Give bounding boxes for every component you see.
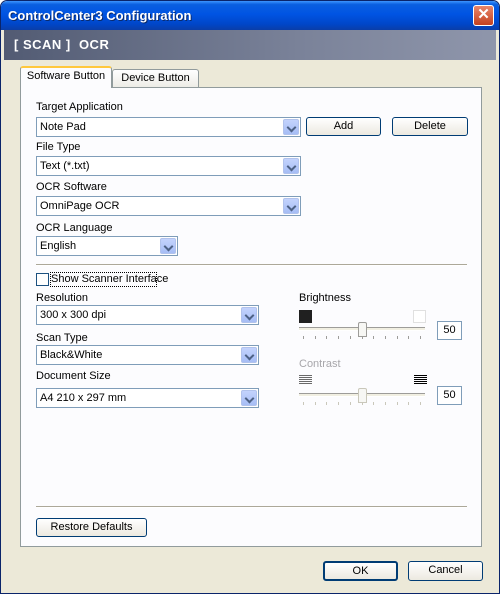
dialog-window: ControlCenter3 Configuration ✕ [ SCAN ] … xyxy=(0,0,500,594)
contrast-slider-thumb[interactable] xyxy=(358,388,367,403)
brightness-slider-thumb[interactable] xyxy=(358,322,367,337)
file-type-select[interactable]: Text (*.txt) xyxy=(36,156,301,176)
contrast-label: Contrast xyxy=(299,358,341,370)
document-size-select[interactable]: A4 210 x 297 mm xyxy=(36,388,259,408)
window-title: ControlCenter3 Configuration xyxy=(8,8,192,23)
slider-tick xyxy=(397,402,398,405)
chevron-down-icon[interactable] xyxy=(241,307,257,323)
slider-tick xyxy=(338,402,339,405)
scan-type-value: Black&White xyxy=(40,349,103,361)
resolution-value: 300 x 300 dpi xyxy=(40,309,107,321)
brightness-slider-ticks xyxy=(299,336,425,340)
slider-tick xyxy=(373,336,374,339)
slider-tick xyxy=(338,336,339,339)
contrast-value-box[interactable]: 50 xyxy=(437,386,462,405)
ocr-software-label: OCR Software xyxy=(36,181,107,193)
chevron-down-icon[interactable] xyxy=(283,158,299,174)
ok-button[interactable]: OK xyxy=(323,561,398,581)
chevron-down-icon[interactable] xyxy=(160,238,176,254)
target-application-value: Note Pad xyxy=(40,121,86,133)
show-scanner-interface-checkbox[interactable] xyxy=(36,273,49,286)
resolution-select[interactable]: 300 x 300 dpi xyxy=(36,305,259,325)
slider-tick xyxy=(408,336,409,339)
ocr-language-value: English xyxy=(40,240,77,252)
slider-tick xyxy=(408,402,409,405)
slider-tick xyxy=(350,402,351,405)
file-type-label: File Type xyxy=(36,141,81,153)
slider-tick xyxy=(385,402,386,405)
section-header: [ SCAN ] OCR xyxy=(4,30,496,60)
slider-tick xyxy=(385,336,386,339)
ocr-language-select[interactable]: English xyxy=(36,236,178,256)
close-icon: ✕ xyxy=(477,6,490,23)
contrast-slider-ticks xyxy=(299,402,425,406)
add-button[interactable]: Add xyxy=(306,117,381,136)
chevron-down-icon[interactable] xyxy=(283,119,299,135)
restore-defaults-button[interactable]: Restore Defaults xyxy=(36,518,147,537)
document-size-label: Document Size xyxy=(36,370,111,382)
slider-tick xyxy=(315,336,316,339)
light-square-icon xyxy=(413,310,426,323)
slider-tick xyxy=(326,402,327,405)
brightness-value: 50 xyxy=(443,324,456,336)
scan-type-select[interactable]: Black&White xyxy=(36,345,259,365)
separator xyxy=(36,506,467,508)
resolution-label: Resolution xyxy=(36,292,88,304)
file-type-value: Text (*.txt) xyxy=(40,160,90,172)
slider-tick xyxy=(350,336,351,339)
brightness-label: Brightness xyxy=(299,292,351,304)
slider-tick xyxy=(303,336,304,339)
document-size-value: A4 210 x 297 mm xyxy=(40,392,127,404)
add-button-label: Add xyxy=(333,120,354,132)
ok-button-label: OK xyxy=(352,565,369,577)
restore-defaults-label: Restore Defaults xyxy=(50,521,133,533)
tab-label: Device Button xyxy=(121,72,190,84)
separator xyxy=(36,264,467,266)
close-button[interactable]: ✕ xyxy=(473,5,494,26)
slider-tick xyxy=(315,402,316,405)
ocr-language-label: OCR Language xyxy=(36,222,113,234)
high-contrast-icon xyxy=(414,375,427,386)
contrast-slider[interactable] xyxy=(299,388,425,410)
tab-label: Software Button xyxy=(26,70,106,82)
chevron-down-icon[interactable] xyxy=(241,390,257,406)
cancel-button-label: Cancel xyxy=(428,564,463,576)
cancel-button[interactable]: Cancel xyxy=(408,561,483,581)
slider-tick xyxy=(420,402,421,405)
low-contrast-icon xyxy=(299,375,312,386)
brightness-value-box[interactable]: 50 xyxy=(437,321,462,340)
tab-software-button[interactable]: Software Button xyxy=(20,66,112,88)
tab-panel: Target Application Note Pad Add Delete F… xyxy=(20,87,482,547)
ocr-software-select[interactable]: OmniPage OCR xyxy=(36,196,301,216)
slider-tick xyxy=(397,336,398,339)
slider-tick xyxy=(362,402,363,405)
slider-tick xyxy=(420,336,421,339)
section-header-text: [ SCAN ] OCR xyxy=(14,37,110,52)
target-application-label: Target Application xyxy=(36,101,123,113)
ocr-software-value: OmniPage OCR xyxy=(40,200,120,212)
chevron-down-icon[interactable] xyxy=(283,198,299,214)
scan-type-label: Scan Type xyxy=(36,332,88,344)
slider-tick xyxy=(373,402,374,405)
show-scanner-interface-label[interactable]: Show Scanner Interface xyxy=(51,273,168,285)
contrast-value: 50 xyxy=(443,389,456,401)
dark-square-icon xyxy=(299,310,312,323)
slider-tick xyxy=(326,336,327,339)
brightness-slider[interactable] xyxy=(299,322,425,344)
target-application-select[interactable]: Note Pad xyxy=(36,117,301,137)
title-bar[interactable]: ControlCenter3 Configuration ✕ xyxy=(1,1,499,30)
chevron-down-icon[interactable] xyxy=(241,347,257,363)
tab-device-button[interactable]: Device Button xyxy=(112,69,199,88)
delete-button-label: Delete xyxy=(414,120,446,132)
slider-tick xyxy=(303,402,304,405)
delete-button[interactable]: Delete xyxy=(392,117,468,136)
slider-tick xyxy=(362,336,363,339)
